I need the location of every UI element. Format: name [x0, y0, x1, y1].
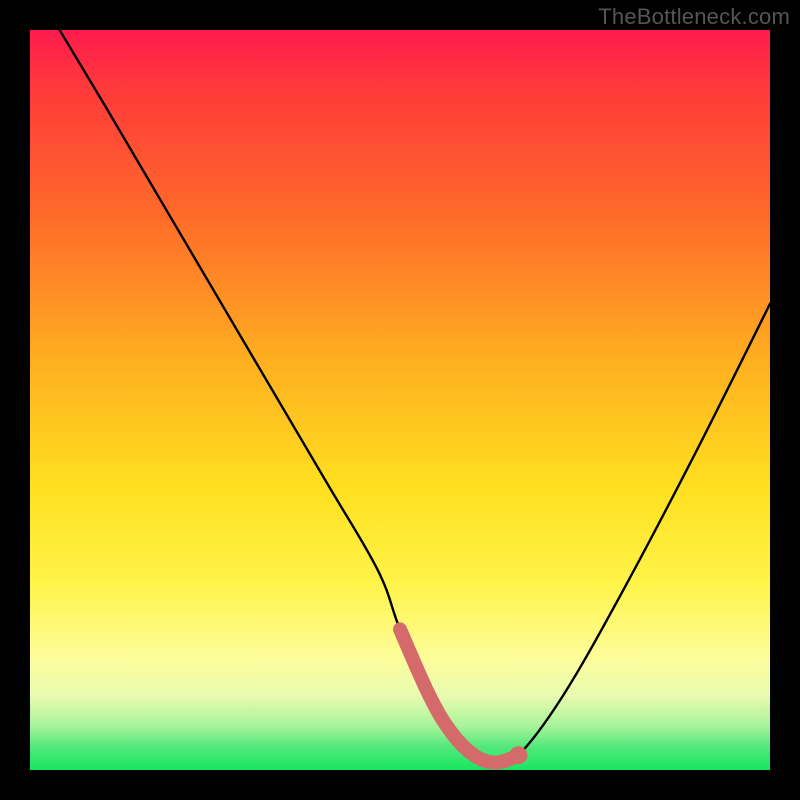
chart-plot — [30, 30, 770, 770]
highlight-segment — [400, 629, 518, 762]
chart-frame: TheBottleneck.com — [0, 0, 800, 800]
watermark-text: TheBottleneck.com — [598, 4, 790, 30]
highlight-end-dot — [509, 746, 527, 764]
